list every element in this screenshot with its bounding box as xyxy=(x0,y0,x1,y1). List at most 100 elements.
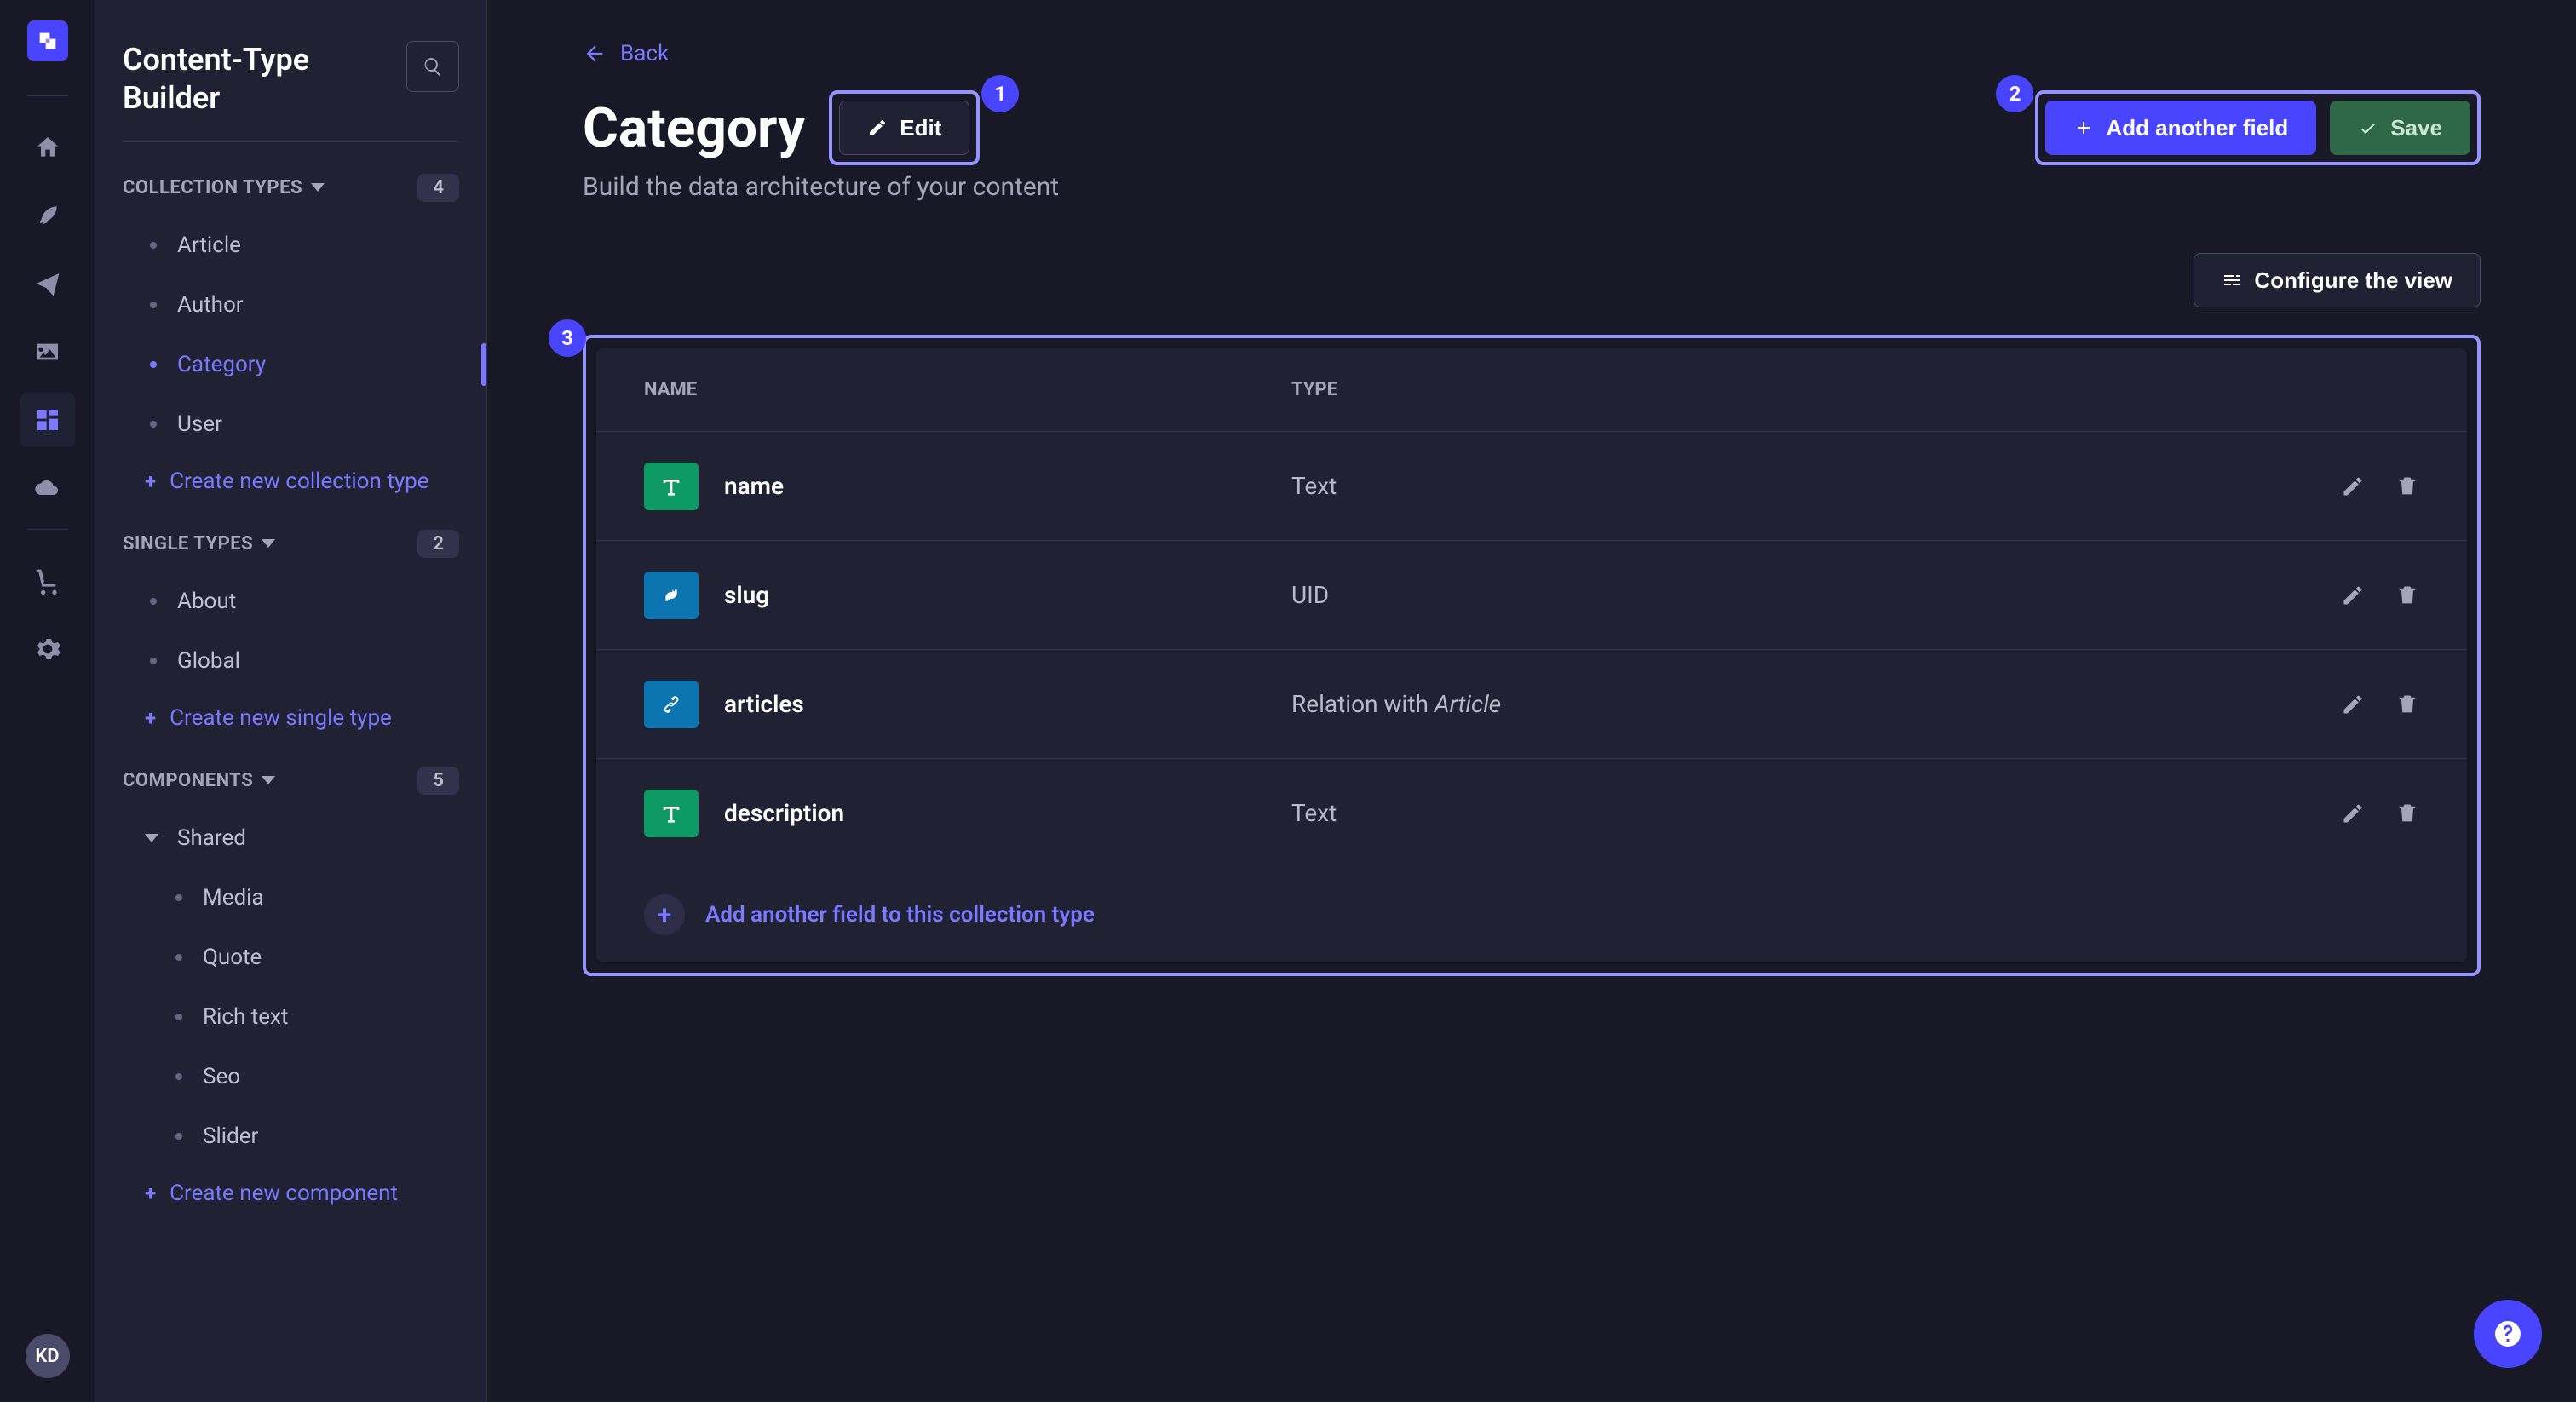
image-icon xyxy=(34,338,61,365)
main-nav: KD xyxy=(0,0,95,1402)
nav-media[interactable] xyxy=(20,325,75,379)
strapi-icon xyxy=(36,29,60,53)
sidebar-item-article[interactable]: Article xyxy=(95,215,486,275)
nav-content[interactable] xyxy=(20,188,75,243)
th-name: Name xyxy=(644,379,1291,400)
nav-divider-2 xyxy=(27,529,68,530)
back-link[interactable]: Back xyxy=(583,41,669,66)
nav-market[interactable] xyxy=(20,554,75,608)
trash-icon[interactable] xyxy=(2395,802,2419,825)
nav-send[interactable] xyxy=(20,256,75,311)
question-icon xyxy=(2493,1319,2523,1349)
table-row: name Text xyxy=(596,431,2467,540)
field-type-icon xyxy=(644,463,699,510)
search-button[interactable] xyxy=(406,41,459,92)
edit-icon[interactable] xyxy=(2341,474,2365,498)
create-component[interactable]: +Create new component xyxy=(95,1166,486,1221)
count-badge: 5 xyxy=(417,767,459,795)
edit-button[interactable]: Edit xyxy=(839,101,969,155)
trash-icon[interactable] xyxy=(2395,583,2419,607)
layout-icon xyxy=(34,406,61,434)
chevron-down-icon xyxy=(145,834,158,842)
sidebar-divider xyxy=(123,141,459,142)
save-button[interactable]: Save xyxy=(2330,101,2470,155)
count-badge: 4 xyxy=(417,174,459,202)
section-label: Components xyxy=(123,770,253,791)
tour-badge-1: 1 xyxy=(981,75,1019,112)
nav-divider xyxy=(27,95,68,96)
paper-plane-icon xyxy=(34,270,61,297)
section-components[interactable]: Components 5 xyxy=(95,759,486,802)
field-type: Text xyxy=(1291,472,2341,500)
sidebar-item-user[interactable]: User xyxy=(95,394,486,454)
sidebar-item-media[interactable]: Media xyxy=(95,868,486,928)
trash-icon[interactable] xyxy=(2395,692,2419,716)
sidebar-item-slider[interactable]: Slider xyxy=(95,1106,486,1166)
plus-circle-icon: + xyxy=(644,894,685,935)
cloud-icon xyxy=(34,474,61,502)
chevron-down-icon xyxy=(262,539,275,548)
section-label: Single Types xyxy=(123,533,253,554)
help-fab[interactable] xyxy=(2474,1300,2542,1368)
feather-icon xyxy=(34,202,61,229)
search-icon xyxy=(423,56,443,77)
sidebar-item-quote[interactable]: Quote xyxy=(95,928,486,987)
sidebar-item-author[interactable]: Author xyxy=(95,275,486,335)
table-row: articles Relation with Article xyxy=(596,649,2467,758)
save-label: Save xyxy=(2390,115,2442,141)
table-row: description Text xyxy=(596,758,2467,867)
create-single-type[interactable]: +Create new single type xyxy=(95,691,486,745)
fields-table: Name Type name Text slug UID articles Re… xyxy=(596,348,2467,962)
fields-table-highlight: 3 Name Type name Text slug UID xyxy=(583,335,2481,976)
nav-builder[interactable] xyxy=(20,393,75,447)
edit-icon[interactable] xyxy=(2341,802,2365,825)
avatar[interactable]: KD xyxy=(26,1334,70,1378)
tour-badge-3: 3 xyxy=(549,319,586,357)
configure-view-button[interactable]: Configure the view xyxy=(2194,253,2481,307)
field-type-icon xyxy=(644,681,699,728)
check-icon xyxy=(2358,118,2378,138)
back-label: Back xyxy=(620,41,669,66)
sidebar-item-category[interactable]: Category xyxy=(95,335,486,394)
field-type: Relation with Article xyxy=(1291,690,2341,718)
add-field-row-label: Add another field to this collection typ… xyxy=(705,902,1095,928)
chevron-down-icon xyxy=(311,183,325,192)
page-title: Category xyxy=(583,96,805,160)
plus-icon xyxy=(2073,118,2094,138)
sidebar: Content-Type Builder Collection Types 4 … xyxy=(95,0,487,1402)
nav-home[interactable] xyxy=(20,120,75,175)
plus-icon: + xyxy=(145,1181,156,1205)
sidebar-item-seo[interactable]: Seo xyxy=(95,1047,486,1106)
nav-cloud[interactable] xyxy=(20,461,75,515)
arrow-left-icon xyxy=(583,42,607,66)
logo[interactable] xyxy=(27,20,68,61)
field-type: UID xyxy=(1291,581,2341,609)
sidebar-item-about[interactable]: About xyxy=(95,572,486,631)
sidebar-item-rich-text[interactable]: Rich text xyxy=(95,987,486,1047)
trash-icon[interactable] xyxy=(2395,474,2419,498)
sidebar-title: Content-Type Builder xyxy=(123,41,406,118)
page-subtitle: Build the data architecture of your cont… xyxy=(583,172,2481,202)
field-type-icon xyxy=(644,572,699,619)
field-name: name xyxy=(644,463,1291,510)
field-type: Text xyxy=(1291,799,2341,827)
th-type: Type xyxy=(1291,379,2419,400)
section-collection-types[interactable]: Collection Types 4 xyxy=(95,166,486,209)
count-badge: 2 xyxy=(417,530,459,558)
table-row: slug UID xyxy=(596,540,2467,649)
plus-icon: + xyxy=(145,469,156,493)
sidebar-item-global[interactable]: Global xyxy=(95,631,486,691)
nav-bottom: KD xyxy=(26,1334,70,1378)
chevron-down-icon xyxy=(262,776,275,784)
create-collection-type[interactable]: +Create new collection type xyxy=(95,454,486,509)
add-field-button[interactable]: Add another field xyxy=(2045,101,2316,155)
gear-icon xyxy=(34,635,61,663)
sidebar-folder-shared[interactable]: Shared xyxy=(95,808,486,868)
pencil-icon xyxy=(867,118,888,138)
edit-icon[interactable] xyxy=(2341,692,2365,716)
add-field-row[interactable]: + Add another field to this collection t… xyxy=(596,867,2467,962)
field-name: slug xyxy=(644,572,1291,619)
section-single-types[interactable]: Single Types 2 xyxy=(95,522,486,565)
nav-settings[interactable] xyxy=(20,622,75,676)
edit-icon[interactable] xyxy=(2341,583,2365,607)
